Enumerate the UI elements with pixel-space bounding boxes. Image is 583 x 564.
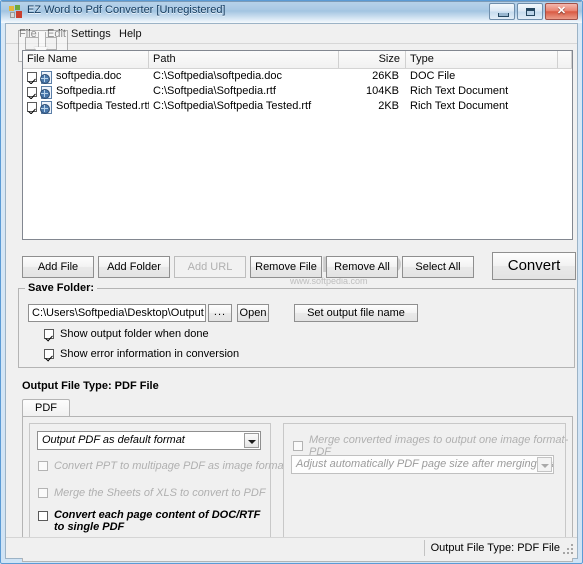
status-bar: Output File Type: PDF File [6,537,577,558]
file-path-cell: C:\Softpedia\Softpedia Tested.rtf [153,100,312,112]
tab-pdf[interactable]: PDF [22,399,70,417]
convert-button[interactable]: Convert [492,252,576,280]
file-size-cell: 104KB [365,85,399,97]
column-header-size[interactable]: Size [339,51,406,68]
tab-strip: PDF [22,399,573,417]
file-size-cell: 2KB [378,100,399,112]
pdf-format-combo[interactable]: Output PDF as default format [37,431,261,450]
window-controls: ✕ [489,3,578,20]
merge-images-checkbox [293,441,303,451]
file-name-text: Softpedia Tested.rtf [56,100,149,112]
adjust-page-size-combo: Adjust automatically PDF page size after… [291,455,554,474]
maximize-button[interactable] [517,3,543,20]
convert-ppt-checkbox-row: Convert PPT to multipage PDF as image fo… [38,460,287,472]
merge-xls-checkbox-row: Merge the Sheets of XLS to convert to PD… [38,487,266,499]
open-folder-button[interactable]: Open [237,304,269,322]
menu-item-settings[interactable]: Settings [66,27,116,41]
remove-all-button[interactable]: Remove All [326,256,398,278]
convert-each-page-checkbox[interactable] [38,511,48,521]
output-file-type-label: Output File Type: PDF File [22,380,159,392]
pdf-format-combo-value: Output PDF as default format [42,434,185,446]
file-path-cell: C:\Softpedia\Softpedia.rtf [153,85,276,97]
document-icon [40,70,52,84]
close-icon: ✕ [556,5,567,17]
document-icon [40,85,52,99]
column-header-extra[interactable] [558,51,572,68]
browse-folder-button[interactable]: ... [208,304,232,322]
convert-each-page-label: Convert each page content of DOC/RTF to … [54,509,261,533]
add-url-button: Add URL [174,256,246,278]
title-bar[interactable]: EZ Word to Pdf Converter [Unregistered] … [1,1,582,23]
file-name-text: Softpedia.rtf [56,85,116,97]
window-title: EZ Word to Pdf Converter [Unregistered] [27,4,226,16]
minimize-icon [498,13,509,17]
client-area: File Edit Settings Help File Name Path S… [5,23,578,562]
file-type-cell: Rich Text Document [410,85,509,97]
column-header-path[interactable]: Path [149,51,339,68]
select-all-button[interactable]: Select All [402,256,474,278]
menu-item-file[interactable]: File [14,27,42,41]
convert-each-page-checkbox-row[interactable]: Convert each page content of DOC/RTF to … [38,509,263,533]
menu-item-help[interactable]: Help [114,27,147,41]
status-text: Output File Type: PDF File [423,540,560,556]
add-folder-button[interactable]: Add Folder [98,256,170,278]
chevron-down-icon[interactable] [244,433,259,448]
table-row[interactable]: Softpedia.rtf C:\Softpedia\Softpedia.rtf… [23,84,572,99]
convert-ppt-label: Convert PPT to multipage PDF as image fo… [54,460,287,472]
show-error-info-label: Show error information in conversion [60,348,240,360]
merge-xls-checkbox [38,488,48,498]
show-error-info-checkbox[interactable] [44,349,54,359]
row-checkbox[interactable] [27,101,37,112]
file-list[interactable]: File Name Path Size Type softpedia.doc C… [22,50,573,240]
resize-grip[interactable] [563,544,575,556]
application-window: EZ Word to Pdf Converter [Unregistered] … [0,0,583,564]
chevron-down-icon [537,457,552,472]
show-output-folder-checkbox-row[interactable]: Show output folder when done [44,328,209,340]
file-type-cell: DOC File [410,70,456,82]
set-output-file-name-button[interactable]: Set output file name [294,304,418,322]
file-name-text: softpedia.doc [56,70,122,82]
show-output-folder-checkbox[interactable] [44,329,54,339]
file-name-cell: softpedia.doc [23,69,149,84]
file-type-cell: Rich Text Document [410,100,509,112]
row-checkbox[interactable] [27,71,37,82]
add-file-button[interactable]: Add File [22,256,94,278]
file-size-cell: 26KB [372,70,399,82]
file-path-cell: C:\Softpedia\softpedia.doc [153,70,283,82]
file-list-header: File Name Path Size Type [23,51,572,69]
output-path-input[interactable]: C:\Users\Softpedia\Desktop\Output Files [28,304,206,322]
file-name-cell: Softpedia Tested.rtf [23,99,149,114]
save-folder-legend: Save Folder: [25,282,98,294]
show-error-info-checkbox-row[interactable]: Show error information in conversion [44,348,239,360]
column-header-file-name[interactable]: File Name [23,51,149,68]
show-output-folder-label: Show output folder when done [60,328,209,340]
adjust-page-size-combo-value: Adjust automatically PDF page size after… [296,458,553,470]
table-row[interactable]: Softpedia Tested.rtf C:\Softpedia\Softpe… [23,99,572,114]
menu-bar: File Edit Settings Help [6,24,577,44]
merge-xls-label: Merge the Sheets of XLS to convert to PD… [54,487,266,499]
convert-ppt-checkbox [38,461,48,471]
minimize-button[interactable] [489,3,515,20]
file-name-cell: Softpedia.rtf [23,84,149,99]
remove-file-button[interactable]: Remove File [250,256,322,278]
row-checkbox[interactable] [27,86,37,97]
table-row[interactable]: softpedia.doc C:\Softpedia\softpedia.doc… [23,69,572,84]
document-icon [40,100,52,114]
app-icon [9,5,23,19]
maximize-icon [526,8,535,16]
column-header-type[interactable]: Type [406,51,558,68]
close-button[interactable]: ✕ [545,3,578,20]
